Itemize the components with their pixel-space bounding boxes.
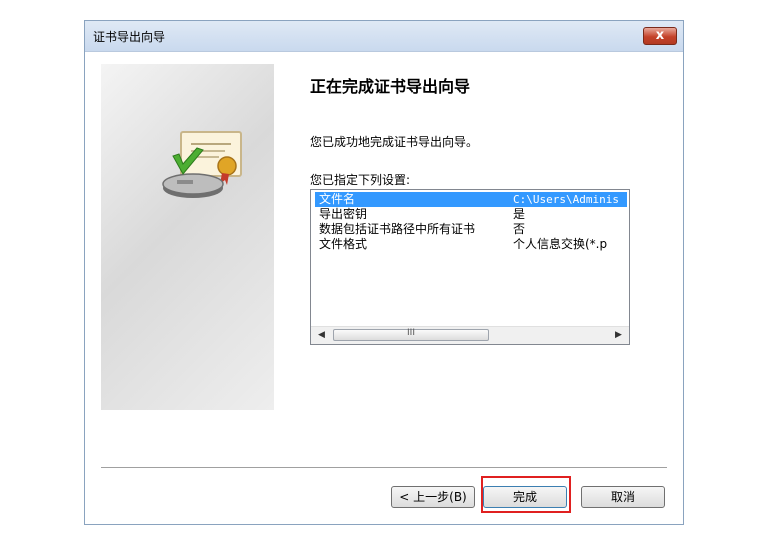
scroll-left-arrow-icon[interactable]: ◀ [313,327,330,344]
scrollbar-grip-icon: III [407,328,415,338]
settings-label: 您已指定下列设置: [310,173,411,187]
close-icon: x [655,28,665,43]
title-bar: 证书导出向导 x [85,21,683,52]
setting-key: 文件格式 [319,237,368,251]
wizard-description: 您已成功地完成证书导出向导。 [310,135,479,149]
certificate-export-icon [162,131,242,198]
button-separator [101,467,667,469]
setting-key: 数据包括证书路径中所有证书 [319,222,476,236]
settings-row-file-format[interactable]: 文件格式 个人信息交换(*.p [315,237,627,252]
settings-row-file-name[interactable]: 文件名 C:\Users\Adminis [315,192,627,207]
wizard-side-panel [101,64,274,410]
setting-key: 导出密钥 [319,207,368,221]
window-title: 证书导出向导 [93,30,166,44]
setting-value: C:\Users\Adminis [513,193,619,206]
settings-listbox[interactable]: 文件名 C:\Users\Adminis 导出密钥 是 数据包括证书路径中所有证… [310,189,630,345]
back-button[interactable]: < 上一步(B) [391,486,475,508]
close-button[interactable]: x [643,27,677,45]
cancel-button[interactable]: 取消 [581,486,665,508]
scroll-right-arrow-icon[interactable]: ▶ [610,327,627,344]
setting-value: 个人信息交换(*.p [513,237,608,251]
setting-value: 是 [513,207,526,221]
certificate-export-wizard-window: 证书导出向导 x 正在完成证书导出向导 您已成功地完成证书导出向导。 您已指定下… [84,20,684,525]
finish-highlight-box [481,476,571,513]
wizard-heading: 正在完成证书导出向导 [310,77,471,96]
setting-key: 文件名 [319,192,356,206]
setting-value: 否 [513,222,526,236]
wizard-content: 正在完成证书导出向导 您已成功地完成证书导出向导。 您已指定下列设置: 文件名 … [85,52,683,524]
settings-row-export-key[interactable]: 导出密钥 是 [315,207,627,222]
settings-row-include-chain[interactable]: 数据包括证书路径中所有证书 否 [315,222,627,237]
scrollbar-thumb[interactable]: III [333,328,489,341]
horizontal-scrollbar[interactable]: ◀ III ▶ [311,326,629,344]
